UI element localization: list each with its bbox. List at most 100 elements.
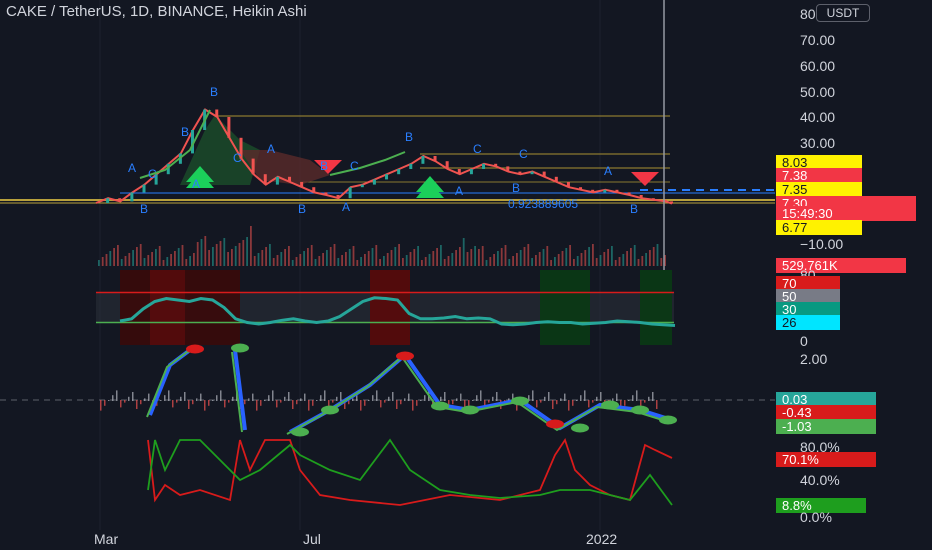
rsi-zone: [185, 270, 240, 345]
macd-hist: [440, 396, 442, 401]
volume-bar: [303, 251, 305, 266]
volume-bar: [649, 250, 651, 266]
volume-bar: [280, 252, 283, 266]
time-axis[interactable]: Mar Jul 2022: [94, 531, 617, 547]
volume-bar: [379, 259, 381, 266]
volume-bar: [660, 258, 663, 266]
pattern-label: B: [181, 125, 189, 139]
volume-bar: [295, 257, 298, 266]
macd-hist: [480, 390, 482, 401]
macd-hist: [284, 396, 286, 401]
macd-hist: [128, 396, 130, 401]
volume-bar: [421, 260, 423, 266]
price-tick: 50.00: [800, 84, 835, 100]
candle: [300, 182, 304, 188]
macd-hist: [224, 400, 226, 408]
volume-bar: [462, 238, 465, 266]
volume-bar: [162, 260, 165, 266]
volume-bar: [204, 236, 207, 266]
volume-bar: [113, 248, 115, 266]
macd-hist: [456, 398, 458, 401]
macd-hist: [460, 393, 462, 401]
macd-hist: [228, 400, 230, 403]
chart-canvas[interactable]: A CBBACAB B ABC CB CA BAB0.923889605 8070.0060…: [0, 0, 932, 550]
price-axis[interactable]: 8070.0060.0050.0040.0030.008.037.387.357…: [776, 6, 916, 525]
candle: [494, 163, 498, 167]
volume-bar: [269, 244, 271, 266]
candle: [130, 192, 134, 202]
volume-bar: [231, 249, 233, 266]
volume-bar: [367, 251, 370, 266]
currency-button[interactable]: USDT: [816, 4, 870, 22]
volume-bar: [497, 251, 499, 266]
macd-hist: [132, 392, 134, 401]
price-candles: [95, 108, 673, 205]
volume-bar: [139, 244, 142, 266]
volume-bar: [538, 252, 541, 266]
macd-hist: [216, 395, 218, 401]
candle: [457, 169, 461, 175]
macd-hist: [656, 400, 658, 409]
cross-dot: [186, 344, 204, 354]
cross-dot: [631, 405, 649, 415]
volume-bar: [261, 250, 264, 266]
volume-bar: [284, 249, 286, 266]
macd-tag-text: -0.43: [782, 405, 812, 420]
macd-hist: [652, 392, 654, 401]
cross-dot: [396, 351, 414, 361]
pattern-label: A: [604, 164, 612, 178]
volume-bar: [291, 260, 294, 266]
macd-hist: [544, 396, 546, 401]
volume-bar: [310, 245, 313, 266]
candle: [615, 189, 619, 193]
volume-bar: [276, 255, 279, 266]
macd-hist: [288, 392, 290, 401]
candle: [542, 171, 546, 177]
volume-bar: [542, 249, 545, 266]
price-tick: 60.00: [800, 58, 835, 74]
volume-bar: [250, 226, 252, 266]
macd-hist: [424, 395, 426, 401]
macd-hist: [468, 400, 470, 406]
dmi-panel: [147, 437, 673, 506]
volume-bar: [375, 245, 378, 266]
volume-bar: [124, 256, 127, 266]
macd-hist: [596, 396, 598, 401]
volume-bar: [105, 254, 108, 266]
candle: [409, 163, 413, 169]
time-tick: Mar: [94, 531, 118, 547]
volume-bar: [557, 254, 560, 266]
volume-bar: [432, 251, 435, 266]
rsi-tag-text: 26: [782, 315, 796, 330]
volume-bar: [227, 252, 229, 266]
price-tag-text: 7.38: [782, 168, 807, 183]
volume-bar: [329, 247, 332, 266]
volume-bar: [466, 252, 469, 266]
macd-hist: [488, 400, 490, 403]
macd-hist: [256, 400, 258, 411]
macd-hist: [332, 400, 334, 403]
volume-bar: [326, 250, 328, 266]
candle: [627, 192, 631, 195]
pattern-label: A: [128, 161, 136, 175]
price-tick: 40.00: [800, 109, 835, 125]
volume-bar: [440, 245, 442, 266]
macd-hist: [536, 400, 538, 408]
volume-bar: [383, 256, 385, 266]
pattern-label: A: [192, 177, 200, 191]
volume-bar: [409, 252, 412, 266]
candle: [263, 174, 267, 185]
volume-bar: [98, 260, 100, 266]
volume-bar: [223, 238, 226, 266]
macd-hist: [592, 400, 594, 403]
volume-bar: [633, 245, 636, 266]
rsi-zone: [150, 270, 185, 345]
volume-bar: [573, 259, 575, 266]
macd-hist: [396, 400, 398, 409]
volume-bar: [200, 239, 203, 266]
volume-bar: [253, 256, 256, 266]
macd-hist: [232, 396, 234, 401]
volume-bar: [181, 245, 184, 266]
volume-bar: [447, 256, 450, 266]
candle: [324, 192, 328, 195]
